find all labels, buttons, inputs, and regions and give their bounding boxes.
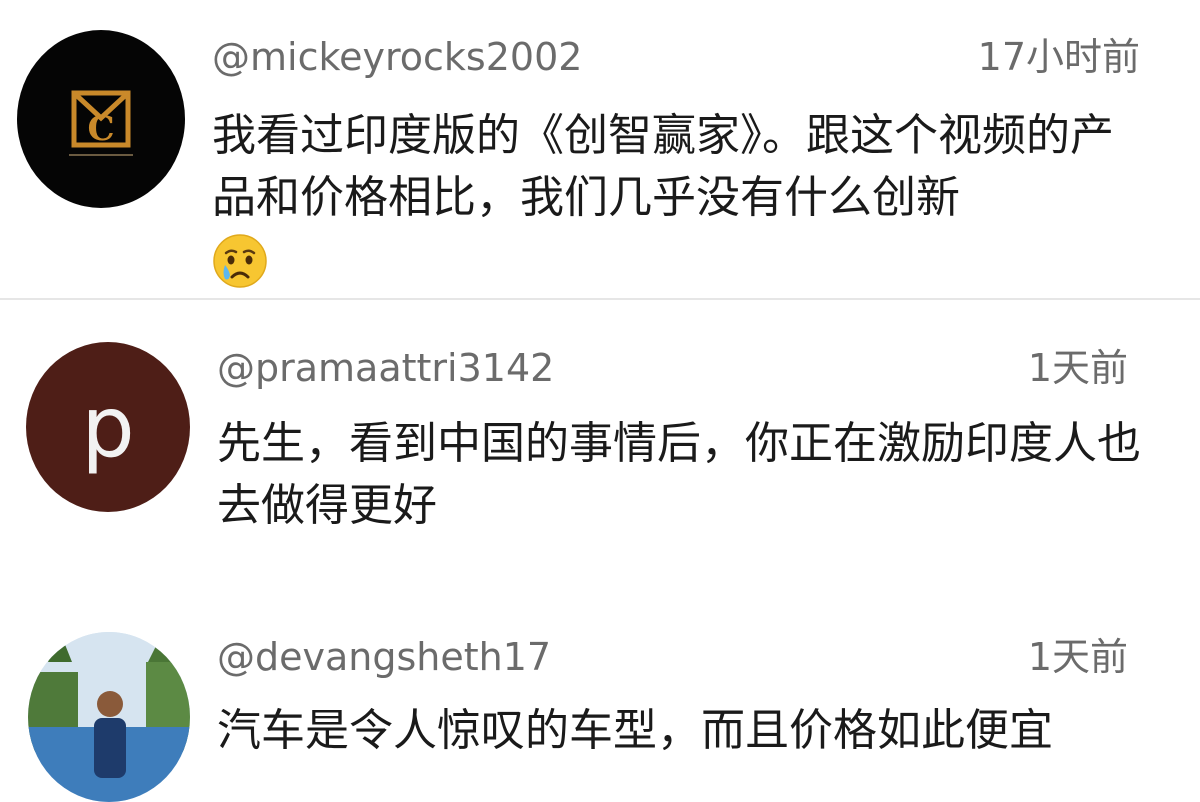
comment-text: 汽车是令人惊叹的车型，而且价格如此便宜 — [217, 705, 1053, 756]
comment-text: 先生，看到中国的事情后，你正在激励印度人也去做得更好 — [217, 418, 1141, 531]
avatar[interactable]: C — [17, 30, 185, 208]
comment-username[interactable]: @devangsheth17 — [217, 634, 551, 680]
svg-text:C: C — [87, 109, 114, 149]
comment-item: @devangsheth17 1天前 汽车是令人惊叹的车型，而且价格如此便宜 — [0, 600, 1200, 802]
comment-timestamp: 17小时前 — [977, 35, 1140, 79]
channel-logo-icon: C — [69, 90, 133, 156]
comment-item: p @pramaattri3142 1天前 先生，看到中国的事情后，你正在激励印… — [0, 300, 1200, 600]
comment-timestamp: 1天前 — [1027, 635, 1128, 679]
comment-item: C @mickeyrocks2002 17小时前 我看过印度版的《创智赢家》。跟… — [0, 0, 1200, 298]
avatar-letter: p — [81, 378, 135, 476]
profile-photo-icon — [28, 632, 190, 802]
comment-username[interactable]: @pramaattri3142 — [217, 345, 554, 391]
comment-text: 我看过印度版的《创智赢家》。跟这个视频的产品和价格相比，我们几乎没有什么创新 — [212, 110, 1114, 223]
avatar[interactable]: p — [26, 342, 190, 512]
comment-timestamp: 1天前 — [1027, 346, 1128, 390]
comment-username[interactable]: @mickeyrocks2002 — [212, 34, 582, 80]
crying-face-icon — [213, 234, 267, 288]
avatar[interactable] — [28, 632, 190, 802]
